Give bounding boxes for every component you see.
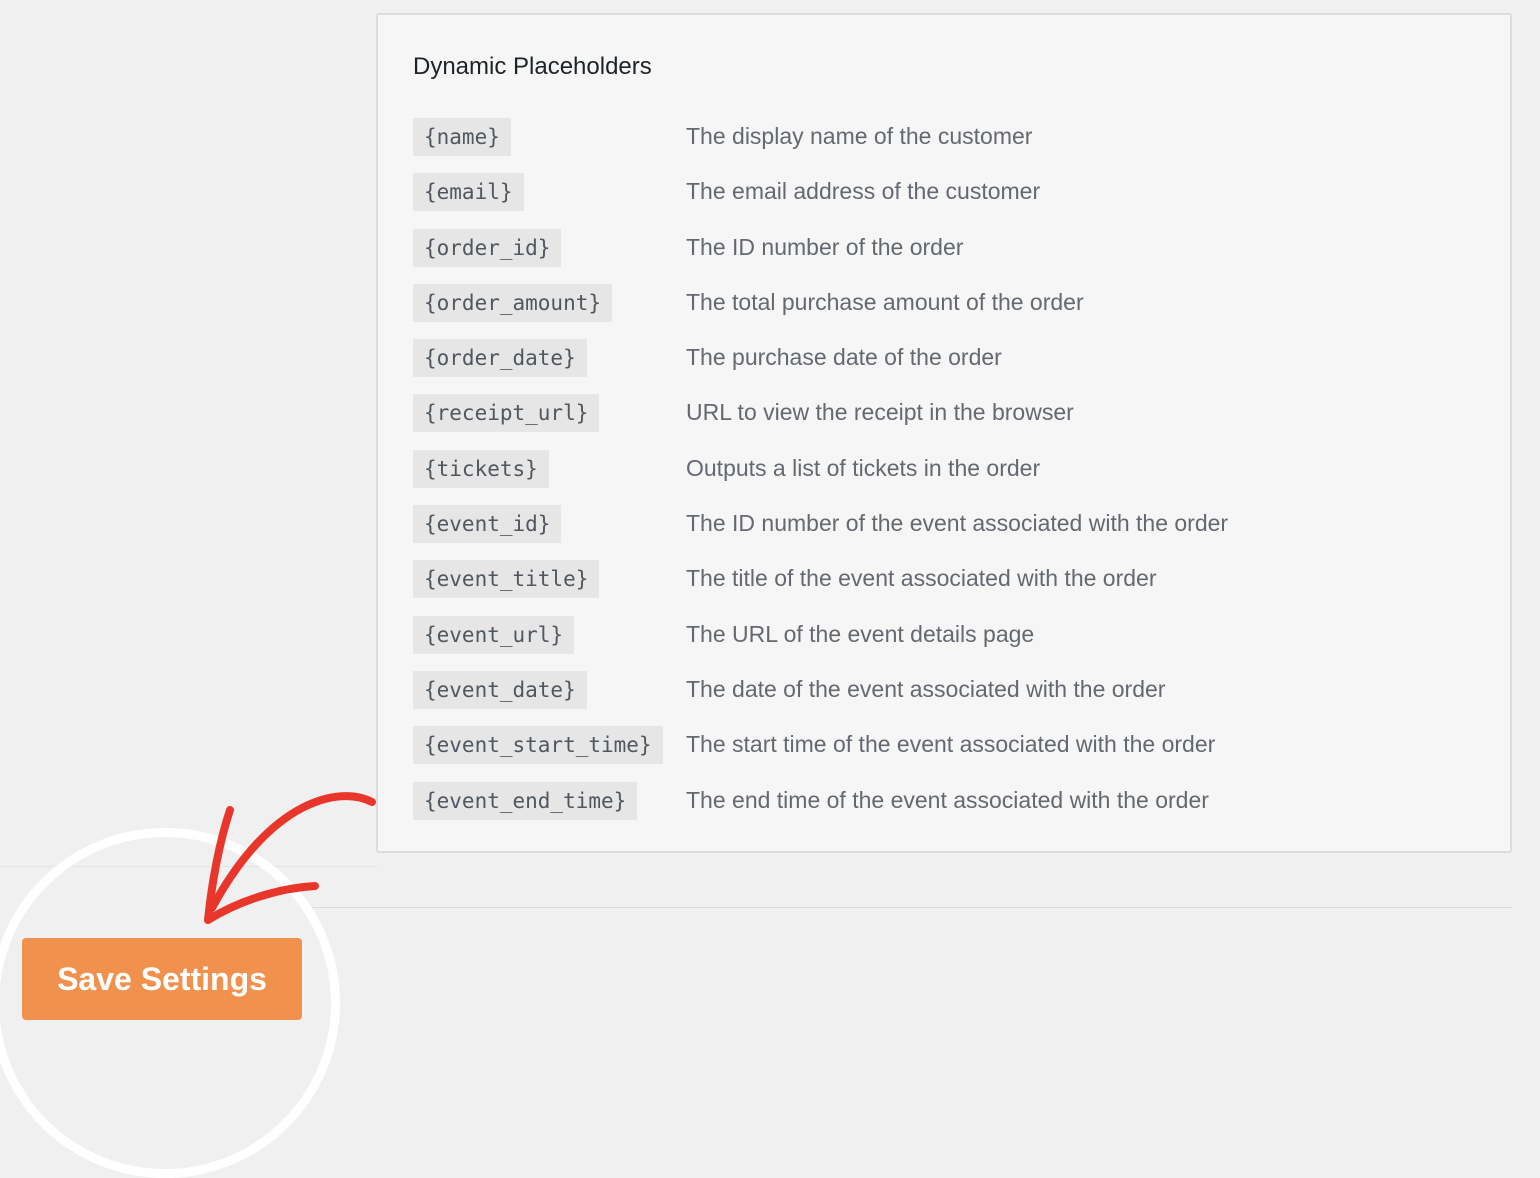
placeholder-code: {email} [413,173,524,212]
placeholder-code: {order_amount} [413,283,613,322]
placeholder-description: The ID number of the event associated wi… [686,510,1229,537]
placeholder-code: {event_title} [413,560,600,599]
placeholder-row: {event_id} The ID number of the event ass… [413,505,1413,560]
placeholder-code: {event_end_time} [413,781,638,820]
annotation-arrow-icon [204,792,376,924]
placeholder-code: {event_url} [413,615,575,654]
placeholder-description: The purchase date of the order [686,344,1002,371]
placeholder-code: {tickets} [413,449,549,488]
placeholder-code: {event_id} [413,505,562,544]
placeholder-row: {event_end_time} The end time of the even… [413,781,1413,837]
placeholder-code: {event_start_time} [413,726,663,765]
placeholder-code: {receipt_url} [413,394,600,433]
placeholder-description: The ID number of the order [686,233,964,260]
placeholder-row: {receipt_url} URL to view the receipt in … [413,394,1413,449]
save-settings-button[interactable]: Save Settings [22,938,302,1020]
placeholder-code: {order_id} [413,228,562,267]
placeholder-description: The total purchase amount of the order [686,288,1084,315]
placeholder-description: The end time of the event associated wit… [686,786,1209,813]
placeholder-description: The URL of the event details page [686,620,1035,647]
placeholder-code: {name} [413,118,511,156]
page: { "panel": { "title": "Dynamic Placehold… [0,0,1540,1178]
panel-title: Dynamic Placeholders [413,53,652,80]
dynamic-placeholders-panel: Dynamic Placeholders {name} The display n… [376,13,1512,853]
placeholder-description: The start time of the event associated w… [686,731,1216,758]
placeholder-row: {tickets} Outputs a list of tickets in th… [413,449,1413,505]
placeholder-row: {order_date} The purchase date of the ord… [413,339,1413,394]
placeholder-row: {event_title} The title of the event asso… [413,560,1413,615]
placeholder-description: Outputs a list of tickets in the order [686,454,1041,481]
placeholder-row: {event_start_time} The start time of the … [413,726,1413,781]
placeholder-description: The display name of the customer [686,123,1033,149]
placeholder-description: The title of the event associated with t… [686,565,1157,592]
placeholder-row: {event_date} The date of the event associ… [413,670,1413,726]
placeholder-row: {order_id} The ID number of the order [413,228,1413,284]
placeholder-row: {email} The email address of the customer [413,173,1413,228]
placeholder-row: {order_amount} The total purchase amount … [413,283,1413,339]
placeholder-description: URL to view the receipt in the browser [686,399,1074,426]
placeholder-list: {name} The display name of the customer {e… [413,118,1413,837]
placeholder-description: The date of the event associated with th… [686,675,1166,702]
placeholder-description: The email address of the customer [686,178,1041,205]
placeholder-row: {event_url} The URL of the event details … [413,615,1413,671]
placeholder-code: {event_date} [413,670,587,709]
placeholder-code: {order_date} [413,339,587,378]
placeholder-row: {name} The display name of the customer [413,118,1413,173]
section-divider [300,907,1512,908]
